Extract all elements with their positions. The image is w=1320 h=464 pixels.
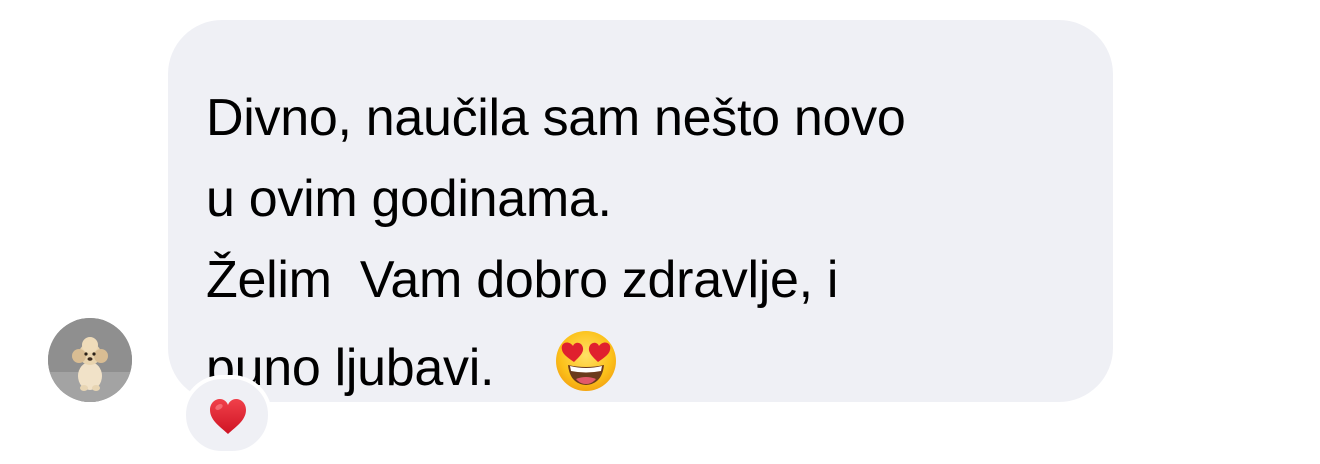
poodle-photo <box>48 318 132 402</box>
heart-reaction[interactable] <box>182 375 272 455</box>
message-bubble[interactable]: Divno, naučila sam nešto novo u ovim god… <box>168 20 1113 402</box>
message-line-4: puno ljubavi. <box>206 321 1113 409</box>
message-line-1: Divno, naučila sam nešto novo <box>206 89 906 147</box>
message-line-3: Želim Vam dobro zdravlje, i <box>206 251 839 309</box>
message-line-2: u ovim godinama. <box>206 170 612 228</box>
sender-avatar[interactable] <box>48 318 132 402</box>
heart-eyes-emoji-icon <box>554 329 618 393</box>
heart-icon <box>210 399 246 434</box>
